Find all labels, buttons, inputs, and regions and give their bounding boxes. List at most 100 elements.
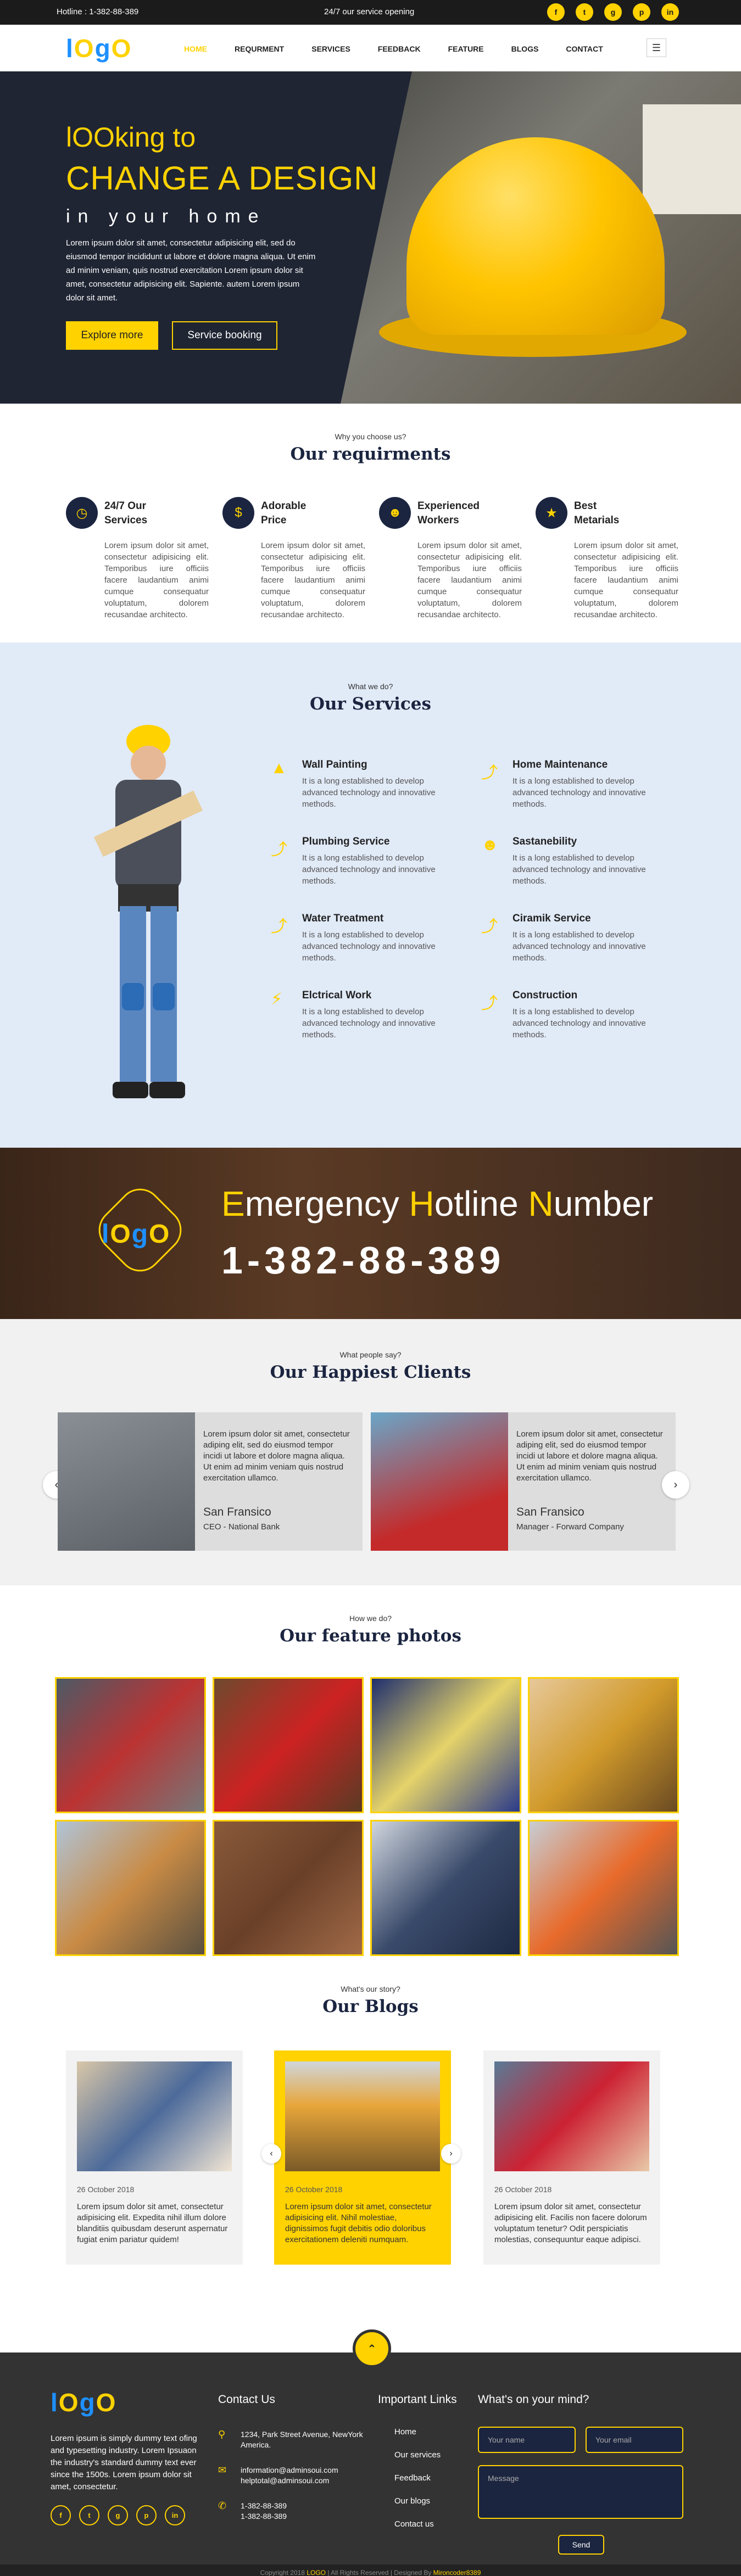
copyright-logo[interactable]: LOGO <box>307 2569 326 2576</box>
feature-photo[interactable] <box>528 1677 679 1813</box>
address-text: 1234, Park Street Avenue, NewYork Americ… <box>241 2430 363 2449</box>
nav-blogs[interactable]: BLOGS <box>511 44 539 53</box>
facebook-icon[interactable]: f <box>547 3 565 21</box>
testimonial-card: Lorem ipsum dolor sit amet, consectetur … <box>58 1412 363 1551</box>
footer-link-blogs[interactable]: Our blogs <box>394 2496 430 2506</box>
site-logo[interactable]: lOgO <box>66 36 132 61</box>
instagram-icon[interactable]: g <box>108 2505 128 2525</box>
name-input[interactable]: Your name <box>478 2427 576 2453</box>
section-subtitle: How we do? <box>349 1614 392 1623</box>
email-text[interactable]: information@adminsoui.com helptotal@admin… <box>241 2465 372 2486</box>
service-text: It is a long established to develop adva… <box>302 776 436 809</box>
hotline-number[interactable]: 1-382-88-389 <box>221 1238 505 1282</box>
requirement-title: Adorable Price <box>261 500 307 526</box>
footer-link-services[interactable]: Our services <box>394 2450 441 2460</box>
explore-more-button[interactable]: Explore more <box>66 321 158 350</box>
logo-letter: O <box>74 34 95 63</box>
pinterest-icon[interactable]: p <box>136 2505 157 2525</box>
phone-1[interactable]: 1-382-88-389 <box>241 2501 287 2510</box>
linkedin-icon[interactable]: in <box>165 2505 185 2525</box>
logo-letter: O <box>110 1220 132 1249</box>
nav-feedback[interactable]: FEEDBACK <box>378 44 421 53</box>
section-subtitle: Why you choose us? <box>335 432 406 441</box>
logo-letter: O <box>111 34 132 63</box>
nav-menu: HOME REQURMENT SERVICES FEEDBACK FEATURE… <box>184 44 631 53</box>
heading-word: mergency <box>244 1184 409 1223</box>
footer-about-text: Lorem ipsum is simply dummy text ofing a… <box>51 2434 197 2491</box>
blog-prev-button[interactable]: ‹ <box>261 2144 281 2164</box>
pinterest-icon[interactable]: p <box>633 3 650 21</box>
scroll-to-top-button[interactable]: ⌃ <box>353 2329 391 2368</box>
copyright-text: | All Rights Reserved | Designed By <box>326 2569 433 2576</box>
people-icon: ☻ <box>481 836 499 854</box>
testimonial-quote: Lorem ipsum dolor sit amet, consectetur … <box>516 1429 663 1483</box>
photo-grid <box>55 1677 679 1956</box>
blog-card[interactable]: 26 October 2018 Lorem ipsum dolor sit am… <box>483 2050 660 2265</box>
medal-icon: ★ <box>536 497 567 529</box>
blog-card[interactable]: 26 October 2018 Lorem ipsum dolor sit am… <box>66 2050 243 2265</box>
logo-letter: O <box>149 1220 171 1249</box>
footer-link-feedback[interactable]: Feedback <box>394 2473 431 2483</box>
phone-2[interactable]: 1-382-88-389 <box>241 2512 287 2521</box>
logo-letter: g <box>94 34 112 63</box>
hero-banner: lOOking to CHANGE A DESIGN in your home … <box>0 71 741 404</box>
plug-icon: ⚡ <box>271 990 283 1008</box>
nav-feature[interactable]: FEATURE <box>448 44 484 53</box>
logo-letter: O <box>58 2388 80 2417</box>
email-input[interactable]: Your email <box>586 2427 683 2453</box>
send-button[interactable]: Send <box>558 2535 604 2555</box>
facebook-icon[interactable]: f <box>51 2505 71 2525</box>
feature-photo[interactable] <box>213 1820 364 1956</box>
workers-icon: ☻ <box>379 497 411 529</box>
client-name: San Fransico <box>203 1506 271 1518</box>
blog-card[interactable]: 26 October 2018 Lorem ipsum dolor sit am… <box>274 2050 451 2265</box>
hotline-logo: lOgO <box>102 1219 170 1249</box>
section-subtitle: What people say? <box>339 1350 402 1359</box>
footer-link-contact[interactable]: Contact us <box>394 2519 434 2529</box>
section-title: Our Blogs <box>322 1997 419 2016</box>
hamburger-icon[interactable]: ☰ <box>647 38 666 57</box>
twitter-icon[interactable]: t <box>576 3 593 21</box>
designer-link[interactable]: Mironcoder8389 <box>433 2569 481 2576</box>
testimonial-card: Lorem ipsum dolor sit amet, consectetur … <box>371 1412 676 1551</box>
message-textarea[interactable]: Message <box>478 2465 683 2519</box>
feature-photo[interactable] <box>213 1677 364 1813</box>
section-title: Our Services <box>310 694 431 714</box>
footer-link-home[interactable]: Home <box>394 2427 416 2437</box>
footer-social-links: f t g p in <box>51 2505 185 2525</box>
envelope-icon: ✉ <box>218 2465 227 2476</box>
feature-photo[interactable] <box>370 1677 521 1813</box>
links-heading: Important Links <box>378 2393 457 2406</box>
feature-photo[interactable] <box>55 1820 206 1956</box>
phone-text[interactable]: 1-382-88-389 1-382-88-389 <box>241 2501 372 2522</box>
hotline-heading: Emergency Hotline Number <box>221 1183 653 1224</box>
requirement-text: Lorem ipsum dolor sit amet, consectetur … <box>261 541 365 619</box>
service-hours-text: 24/7 our service opening <box>324 7 415 16</box>
instagram-icon[interactable]: g <box>604 3 622 21</box>
blog-excerpt: Lorem ipsum dolor sit amet, consectetur … <box>77 2202 228 2244</box>
blog-next-button[interactable]: › <box>441 2144 461 2164</box>
main-navbar: lOgO HOME REQURMENT SERVICES FEEDBACK FE… <box>0 25 741 71</box>
service-title: Water Treatment <box>302 913 384 924</box>
feature-photo[interactable] <box>370 1820 521 1956</box>
service-booking-button[interactable]: Service booking <box>172 321 277 350</box>
feature-photo[interactable] <box>528 1820 679 1956</box>
nav-requirment[interactable]: REQURMENT <box>235 44 284 53</box>
nav-home[interactable]: HOME <box>184 44 207 53</box>
client-photo <box>371 1412 508 1551</box>
email-2[interactable]: helptotal@adminsoui.com <box>241 2476 329 2485</box>
wrench-icon: ⤴ <box>481 918 498 936</box>
clock-icon: ◷ <box>66 497 98 529</box>
blog-image <box>77 2061 232 2171</box>
feature-photos-section: How we do? Our feature photos <box>0 1585 741 1985</box>
service-text: It is a long established to develop adva… <box>512 930 646 963</box>
nav-contact[interactable]: CONTACT <box>566 44 603 53</box>
twitter-icon[interactable]: t <box>79 2505 99 2525</box>
linkedin-icon[interactable]: in <box>661 3 679 21</box>
nav-services[interactable]: SERVICES <box>311 44 350 53</box>
requirement-text: Lorem ipsum dolor sit amet, consectetur … <box>417 541 522 619</box>
footer-logo[interactable]: lOgO <box>51 2390 116 2415</box>
email-1[interactable]: information@adminsoui.com <box>241 2466 338 2474</box>
carousel-next-button[interactable]: › <box>662 1471 689 1499</box>
feature-photo[interactable] <box>55 1677 206 1813</box>
